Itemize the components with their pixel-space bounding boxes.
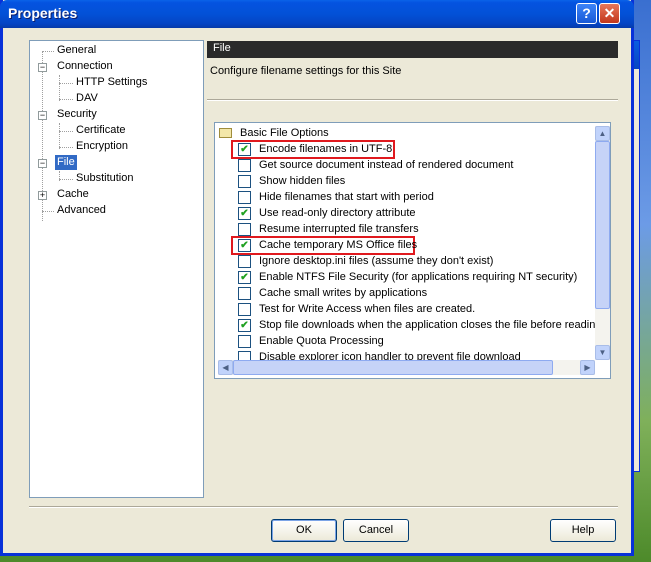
cancel-button[interactable]: Cancel	[343, 519, 409, 542]
window-title: Properties	[8, 5, 78, 21]
folder-icon	[219, 128, 232, 138]
panel-description: Configure filename settings for this Sit…	[210, 65, 402, 77]
ok-button[interactable]: OK	[271, 519, 337, 542]
option-label: Show hidden files	[259, 175, 346, 187]
checkbox-checked[interactable]: ✔	[238, 207, 251, 220]
file-options-list[interactable]: Basic File Options ✔ Encode filenames in…	[214, 122, 611, 379]
option-label: Enable NTFS File Security (for applicati…	[259, 271, 578, 283]
option-label: Resume interrupted file transfers	[259, 223, 419, 235]
option-encode-utf8[interactable]: ✔ Encode filenames in UTF-8	[238, 142, 392, 157]
checkbox-unchecked[interactable]	[238, 223, 251, 236]
help-button[interactable]: Help	[550, 519, 616, 542]
option-label: Disable explorer icon handler to prevent…	[259, 351, 521, 360]
group-basic-file-options[interactable]: Basic File Options	[219, 126, 329, 141]
tree-item-encryption[interactable]: Encryption	[74, 139, 130, 154]
tree-item-file[interactable]: File	[55, 155, 77, 170]
checkbox-unchecked[interactable]	[238, 191, 251, 204]
checkbox-checked[interactable]: ✔	[238, 319, 251, 332]
option-ignore-desktop-ini[interactable]: Ignore desktop.ini files (assume they do…	[238, 254, 493, 269]
checkbox-unchecked[interactable]	[238, 351, 251, 360]
option-cache-ms-office[interactable]: ✔ Cache temporary MS Office files	[238, 238, 417, 253]
tree-item-dav[interactable]: DAV	[74, 91, 100, 106]
vertical-scrollbar[interactable]: ▲ ▼	[595, 126, 610, 360]
tree-item-general[interactable]: General	[55, 43, 98, 58]
tree-item-http-settings[interactable]: HTTP Settings	[74, 75, 149, 90]
option-quota-processing[interactable]: Enable Quota Processing	[238, 334, 384, 349]
option-label: Get source document instead of rendered …	[259, 159, 514, 171]
option-label: Encode filenames in UTF-8	[259, 143, 393, 155]
divider	[207, 99, 618, 101]
horizontal-scrollbar[interactable]: ◀ ▶	[218, 360, 595, 375]
checkbox-checked[interactable]: ✔	[238, 239, 251, 252]
tree-item-substitution[interactable]: Substitution	[74, 171, 135, 186]
option-test-write-access[interactable]: Test for Write Access when files are cre…	[238, 302, 475, 317]
option-label: Ignore desktop.ini files (assume they do…	[259, 255, 494, 267]
tree-item-security[interactable]: Security	[55, 107, 99, 122]
option-read-only-attribute[interactable]: ✔ Use read-only directory attribute	[238, 206, 416, 221]
tree-item-certificate[interactable]: Certificate	[74, 123, 128, 138]
option-ntfs-security[interactable]: ✔ Enable NTFS File Security (for applica…	[238, 270, 577, 285]
checkbox-unchecked[interactable]	[238, 303, 251, 316]
option-label: Cache temporary MS Office files	[259, 239, 418, 251]
collapse-security-icon[interactable]: −	[38, 111, 47, 120]
checkbox-checked[interactable]: ✔	[238, 271, 251, 284]
option-label: Stop file downloads when the application…	[259, 319, 602, 331]
expand-cache-icon[interactable]: +	[38, 191, 47, 200]
checkbox-checked[interactable]: ✔	[238, 143, 251, 156]
option-label: Enable Quota Processing	[259, 335, 384, 347]
checkbox-unchecked[interactable]	[238, 175, 251, 188]
scroll-down-icon[interactable]: ▼	[595, 345, 610, 360]
option-get-source-document[interactable]: Get source document instead of rendered …	[238, 158, 513, 173]
option-label: Cache small writes by applications	[259, 287, 428, 299]
scroll-left-icon[interactable]: ◀	[218, 360, 233, 375]
panel-header-title: File	[213, 42, 231, 54]
option-cache-small-writes[interactable]: Cache small writes by applications	[238, 286, 427, 301]
option-label: Test for Write Access when files are cre…	[259, 303, 476, 315]
option-hide-period-files[interactable]: Hide filenames that start with period	[238, 190, 434, 205]
title-bar[interactable]: Properties ? ✕	[0, 0, 634, 28]
help-titlebar-button[interactable]: ?	[576, 3, 597, 24]
footer-divider	[29, 506, 618, 508]
option-disable-icon-handler[interactable]: Disable explorer icon handler to prevent…	[238, 350, 521, 360]
group-label: Basic File Options	[240, 127, 329, 139]
vertical-scroll-thumb[interactable]	[595, 141, 610, 309]
collapse-file-icon[interactable]: −	[38, 159, 47, 168]
horizontal-scroll-thumb[interactable]	[233, 360, 553, 375]
checkbox-unchecked[interactable]	[238, 287, 251, 300]
scroll-right-icon[interactable]: ▶	[580, 360, 595, 375]
option-show-hidden-files[interactable]: Show hidden files	[238, 174, 345, 189]
checkbox-unchecked[interactable]	[238, 335, 251, 348]
panel-header: File	[207, 41, 618, 58]
option-resume-transfers[interactable]: Resume interrupted file transfers	[238, 222, 419, 237]
tree-item-advanced[interactable]: Advanced	[55, 203, 108, 218]
checkbox-unchecked[interactable]	[238, 159, 251, 172]
settings-tree[interactable]: General − Connection HTTP Settings DAV −…	[29, 40, 204, 498]
option-label: Use read-only directory attribute	[259, 207, 416, 219]
close-button[interactable]: ✕	[599, 3, 620, 24]
scroll-up-icon[interactable]: ▲	[595, 126, 610, 141]
properties-dialog: Properties ? ✕ General − Connection HTTP…	[0, 0, 634, 556]
tree-item-cache[interactable]: Cache	[55, 187, 91, 202]
tree-item-connection[interactable]: Connection	[55, 59, 115, 74]
option-stop-downloads[interactable]: ✔ Stop file downloads when the applicati…	[238, 318, 601, 333]
checkbox-unchecked[interactable]	[238, 255, 251, 268]
collapse-connection-icon[interactable]: −	[38, 63, 47, 72]
option-label: Hide filenames that start with period	[259, 191, 434, 203]
